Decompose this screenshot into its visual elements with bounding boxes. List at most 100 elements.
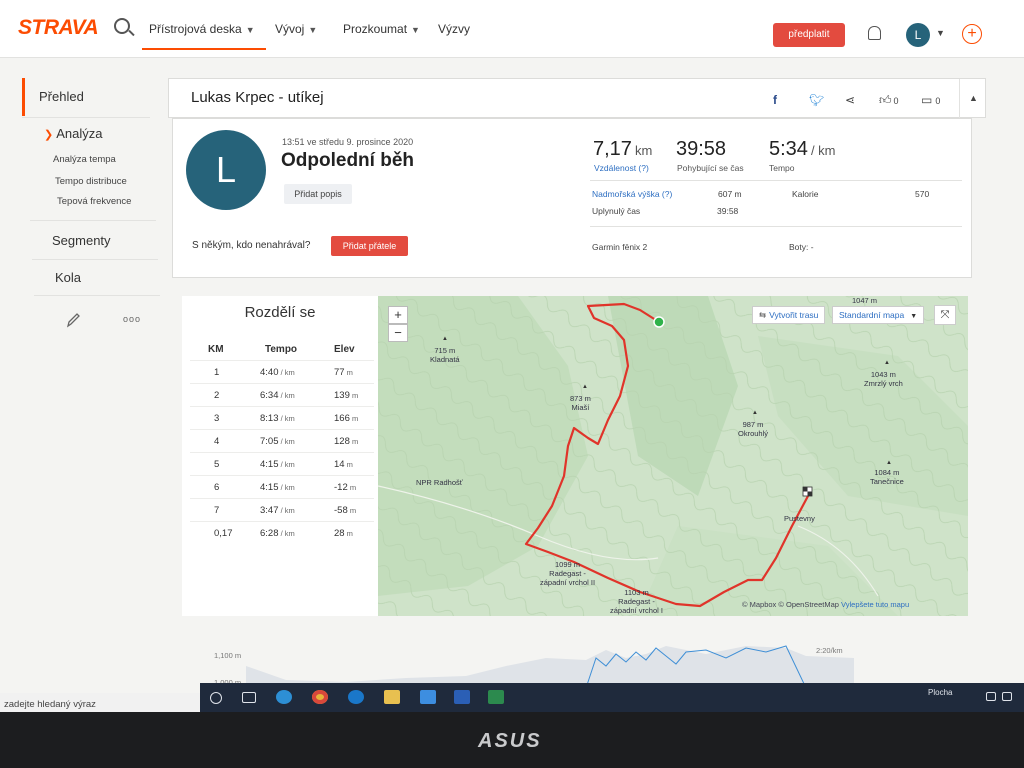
table-row[interactable]: 4 7:05 / km 128 m — [190, 429, 374, 452]
divider — [32, 259, 158, 260]
excel-icon[interactable] — [488, 690, 504, 704]
calories-value: 570 — [915, 189, 930, 199]
map-style-select[interactable]: Standardní mapa ▼ — [832, 306, 925, 324]
table-row[interactable]: 6 4:15 / km -12 m — [190, 475, 374, 498]
map-attribution: © Mapbox © OpenStreetMap Vylepšete tuto … — [742, 600, 910, 609]
elevation-label[interactable]: Nadmořská výška (?) — [592, 189, 672, 199]
sidebar-item-overview[interactable]: Přehled — [39, 89, 84, 104]
chevron-down-icon: ▼ — [245, 25, 255, 35]
fullscreen-icon[interactable]: ⤧ — [934, 305, 956, 325]
split-km: 2 — [214, 390, 220, 401]
peak-icon: ▲ — [582, 384, 588, 390]
map-label-okrouhly: 987 m Okrouhlý — [738, 420, 769, 438]
table-row[interactable]: 5 4:15 / km 14 m — [190, 452, 374, 475]
athlete-activity-title: Lukas Krpec - utíkej — [191, 89, 324, 106]
nav-challenges[interactable]: Výzvy — [438, 22, 470, 36]
device-name: Garmin fēnix 2 — [592, 242, 648, 252]
facebook-icon[interactable]: f — [773, 93, 777, 107]
chrome-icon[interactable] — [312, 690, 328, 704]
split-pace: 7:05 / km — [260, 436, 295, 447]
map-label-zmrzly-vrch: 1043 m Zmrzlý vrch — [864, 370, 903, 388]
split-pace: 3:47 / km — [260, 505, 295, 516]
word-icon[interactable] — [454, 690, 470, 704]
column-header-km: KM — [208, 344, 224, 355]
network-icon[interactable] — [986, 692, 996, 701]
peak-icon: ▲ — [752, 410, 758, 416]
table-row[interactable]: 7 3:47 / km -58 m — [190, 498, 374, 521]
route-start-marker — [653, 316, 665, 328]
task-view-icon[interactable] — [242, 692, 256, 703]
edge-icon[interactable] — [276, 690, 292, 704]
store-icon[interactable] — [420, 690, 436, 704]
nav-explore[interactable]: Prozkoumat ▼ — [343, 22, 420, 36]
pencil-icon[interactable] — [66, 312, 80, 328]
map-canvas — [378, 296, 968, 616]
pace-value: 5:34/ km — [769, 138, 836, 160]
peak-icon: ▲ — [886, 460, 892, 466]
splits-table: Rozdělí se KM Tempo Elev 1 4:40 / km 77 m 2… — [182, 296, 378, 616]
split-pace: 8:13 / km — [260, 413, 295, 424]
screen: STRAVA Přístrojová deska ▼ Vývoj ▼ Prozkou… — [0, 0, 1024, 712]
sidebar-active-indicator — [22, 78, 25, 116]
table-row[interactable]: 2 6:34 / km 139 m — [190, 383, 374, 406]
split-km: 1 — [214, 367, 220, 378]
nav-training[interactable]: Vývoj ▼ — [275, 22, 317, 36]
route-icon: ⇆ — [759, 310, 767, 320]
collapse-icon[interactable]: ▲ — [969, 93, 978, 103]
twitter-icon[interactable]: 🐦︎ — [809, 93, 824, 107]
comment-button[interactable]: ▭ 0 — [921, 93, 940, 107]
internet-explorer-icon[interactable] — [348, 690, 364, 704]
split-elev: -58 m — [334, 505, 357, 516]
kudos-button[interactable]: 👍︎ 0 — [879, 93, 899, 108]
sidebar-item-laps[interactable]: Kola — [55, 270, 81, 285]
map-label-radegast-i: 1103 m Radegast - západní vrchol I — [610, 588, 663, 615]
calories-label: Kalorie — [792, 189, 819, 199]
distance-label[interactable]: Vzdálenost (?) — [594, 163, 649, 173]
sidebar-item-pace-analysis[interactable]: Analýza tempa — [53, 154, 116, 165]
bell-icon[interactable] — [868, 26, 881, 40]
divider — [959, 79, 960, 119]
split-km: 7 — [214, 505, 220, 516]
sidebar-item-pace-distribution[interactable]: Tempo distribuce — [55, 176, 127, 187]
table-row[interactable]: 3 8:13 / km 166 m — [190, 406, 374, 429]
activity-datetime: 13:51 ve středu 9. prosince 2020 — [282, 137, 414, 147]
split-km: 5 — [214, 459, 220, 470]
add-description-button[interactable]: Přidat popis — [284, 184, 352, 204]
chevron-down-icon: ▼ — [308, 25, 318, 35]
chevron-down-icon[interactable]: ▼ — [936, 28, 945, 38]
avatar[interactable]: L — [906, 23, 930, 47]
split-elev: 28 m — [334, 528, 353, 539]
zoom-out-button[interactable]: − — [388, 324, 408, 342]
zoom-in-button[interactable]: + — [388, 306, 408, 324]
split-elev: 166 m — [334, 413, 359, 424]
windows-search-box[interactable]: zadejte hledaný výraz — [0, 693, 200, 712]
subscribe-button[interactable]: předplatit — [773, 23, 845, 47]
route-map[interactable]: + − ⇆ Vytvořit trasu Standardní mapa ▼ ⤧ ▲… — [378, 296, 968, 616]
nav-dashboard[interactable]: Přístrojová deska ▼ — [149, 22, 255, 36]
share-icon[interactable]: ⋖ — [845, 93, 855, 107]
create-route-button[interactable]: ⇆ Vytvořit trasu — [752, 306, 826, 324]
chevron-down-icon: ▼ — [910, 313, 918, 320]
elevation-value: 607 m — [718, 189, 742, 199]
file-explorer-icon[interactable] — [384, 690, 400, 704]
sidebar-item-segments[interactable]: Segmenty — [52, 233, 111, 248]
search-input[interactable]: zadejte hledaný výraz — [4, 699, 96, 710]
sidebar-item-heart-rate[interactable]: Tepová frekvence — [57, 196, 131, 207]
search-icon[interactable] — [114, 18, 130, 34]
cortana-icon[interactable] — [210, 692, 222, 704]
more-options-icon[interactable]: ooo — [123, 314, 141, 324]
sidebar-item-analysis[interactable]: ❯ Analýza — [44, 126, 102, 141]
upload-plus-icon[interactable]: + — [962, 24, 982, 44]
notification-icon[interactable] — [1002, 692, 1012, 701]
athlete-avatar[interactable]: L — [186, 130, 266, 210]
windows-taskbar: Plocha — [200, 683, 1024, 712]
split-elev: 139 m — [334, 390, 359, 401]
split-elev: 77 m — [334, 367, 353, 378]
add-friends-button[interactable]: Přidat přátele — [331, 236, 408, 256]
table-row[interactable]: 1 4:40 / km 77 m — [190, 360, 374, 383]
improve-map-link[interactable]: Vylepšete tuto mapu — [841, 600, 909, 609]
strava-logo[interactable]: STRAVA — [18, 16, 99, 40]
split-elev: 128 m — [334, 436, 359, 447]
desktop-toolbar-label[interactable]: Plocha — [928, 688, 952, 697]
table-row[interactable]: 0,17 6:28 / km 28 m — [190, 521, 374, 544]
